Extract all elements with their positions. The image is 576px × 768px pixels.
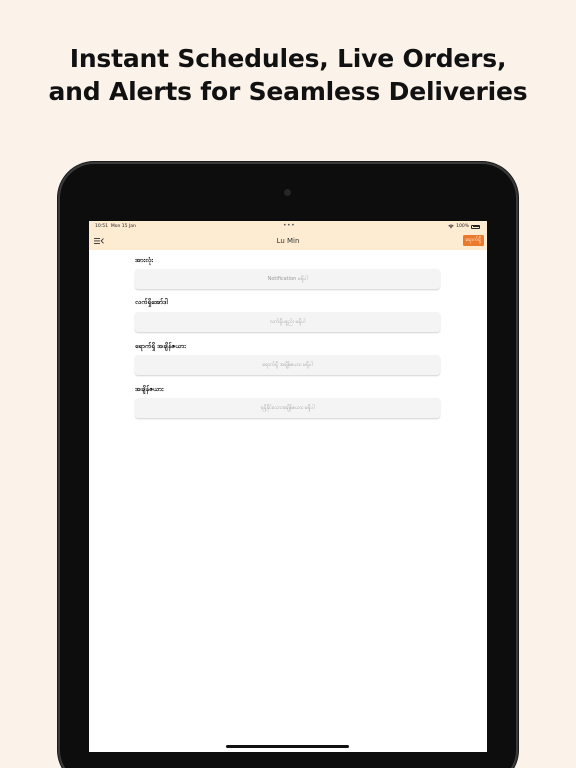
- headline: Instant Schedules, Live Orders, and Aler…: [0, 42, 576, 108]
- app-screen: 10:51 Mon 15 Jan ••• 100% Lu Min ရောက်ရှ…: [89, 221, 487, 752]
- multitask-dots-icon[interactable]: •••: [283, 222, 295, 229]
- nav-bar: Lu Min ရောက်ရှိ: [89, 232, 487, 250]
- section-label-arrival-schedule: ရောက်ရှိ အချိန်ဇယား: [135, 342, 186, 350]
- status-time: 10:51 Mon 15 Jan: [95, 224, 136, 229]
- headline-line-1: Instant Schedules, Live Orders,: [69, 44, 507, 73]
- section-label-current-orders: လက်ရှိအော်ဒါ: [135, 298, 168, 306]
- tablet-device: 10:51 Mon 15 Jan ••• 100% Lu Min ရောက်ရှ…: [60, 164, 516, 768]
- nav-title: Lu Min: [276, 237, 300, 245]
- status-clock: 10:51: [95, 224, 108, 229]
- status-date: Mon 15 Jan: [110, 224, 136, 229]
- status-right: 100%: [448, 224, 480, 229]
- headline-line-2: and Alerts for Seamless Deliveries: [48, 77, 528, 106]
- notification-empty-field: Notification မရှိပါ: [135, 269, 440, 289]
- camera-dot: [284, 189, 291, 196]
- home-indicator[interactable]: [226, 745, 349, 748]
- arrival-schedule-empty-field: ရောက်ရှိ အချိန်ဇယား မရှိပါ: [135, 355, 440, 375]
- battery-icon: [471, 224, 480, 229]
- status-bar: 10:51 Mon 15 Jan ••• 100%: [89, 221, 487, 232]
- section-label-schedule: အချိန်ဇယား: [135, 385, 164, 393]
- battery-percent: 100%: [456, 224, 469, 229]
- wifi-icon: [448, 224, 454, 229]
- schedule-empty-field: ရရှိနိုင်သောအချိန်ဇယား မရှိပါ: [135, 398, 440, 418]
- arrived-button[interactable]: ရောက်ရှိ: [462, 235, 484, 246]
- current-orders-empty-field: လက်ရှိပစ္စည်း မရှိပါ: [135, 312, 440, 332]
- section-label-all: အားလုံး: [135, 256, 154, 264]
